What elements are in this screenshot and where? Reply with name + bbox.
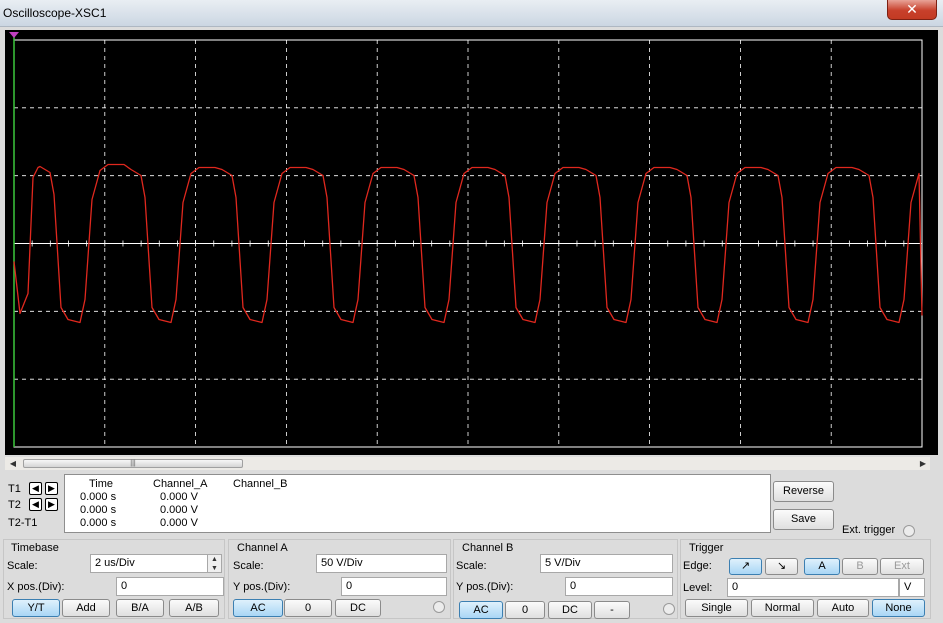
channel-b-dc-button[interactable]: DC bbox=[548, 601, 592, 619]
horizontal-scrollbar[interactable]: ◀ ||| ▶ bbox=[5, 457, 930, 470]
channel-b-radio[interactable] bbox=[663, 603, 675, 615]
trigger-source-b-button[interactable]: B bbox=[842, 558, 878, 575]
t2-left-button[interactable]: ◀ bbox=[29, 498, 42, 511]
channel-b-ypos-input[interactable]: 0 bbox=[565, 577, 673, 596]
channel-b-group: Channel B Scale: 5 V/Div Y pos.(Div): 0 … bbox=[453, 539, 678, 619]
trigger-source-ext-button[interactable]: Ext bbox=[880, 558, 924, 575]
t2-label: T2 bbox=[8, 499, 21, 511]
ext-trigger-radio[interactable] bbox=[903, 525, 915, 537]
channel-a-group: Channel A Scale: 50 V/Div Y pos.(Div): 0… bbox=[228, 539, 451, 619]
rising-edge-icon: ↗ bbox=[740, 560, 751, 572]
close-button[interactable]: ✕ bbox=[887, 0, 937, 20]
ext-trigger-label: Ext. trigger bbox=[842, 524, 896, 536]
channel-b-scale-label: Scale: bbox=[456, 560, 487, 572]
channel-a-dc-button[interactable]: DC bbox=[335, 599, 381, 617]
channel-a-ac-button[interactable]: AC bbox=[233, 599, 283, 617]
channel-b-title: Channel B bbox=[462, 542, 514, 554]
trigger-single-button[interactable]: Single bbox=[685, 599, 748, 617]
header-channel-a: Channel_A bbox=[153, 478, 208, 490]
t2-time: 0.000 s bbox=[80, 504, 117, 516]
t2t1-channel-a: 0.000 V bbox=[160, 517, 198, 529]
trigger-level-label: Level: bbox=[683, 582, 713, 594]
ab-button[interactable]: A/B bbox=[169, 599, 219, 617]
cursor-readout-table: Time Channel_A Channel_B 0.000 s 0.000 V… bbox=[64, 474, 771, 533]
spin-down-icon[interactable]: ▼ bbox=[208, 564, 221, 573]
t2-channel-a: 0.000 V bbox=[160, 504, 198, 516]
timebase-xpos-label: X pos.(Div): bbox=[7, 581, 65, 593]
edge-fall-button[interactable]: ↘ bbox=[765, 558, 798, 575]
t1-channel-a: 0.000 V bbox=[160, 491, 198, 503]
scroll-left-icon[interactable]: ◀ bbox=[7, 458, 19, 469]
ba-button[interactable]: B/A bbox=[116, 599, 164, 617]
header-channel-b: Channel_B bbox=[233, 478, 288, 490]
yt-button[interactable]: Y/T bbox=[12, 599, 60, 617]
channel-a-ypos-label: Y pos.(Div): bbox=[233, 581, 291, 593]
trigger-none-button[interactable]: None bbox=[872, 599, 925, 617]
title-bar[interactable]: Oscilloscope-XSC1 ✕ bbox=[0, 0, 943, 27]
timebase-scale-input[interactable]: 2 us/Div bbox=[90, 554, 208, 573]
scope-screen[interactable] bbox=[5, 30, 938, 455]
channel-a-ypos-input[interactable]: 0 bbox=[341, 577, 447, 596]
t2t1-label: T2-T1 bbox=[8, 517, 38, 529]
channel-a-scale-label: Scale: bbox=[233, 560, 264, 572]
channel-a-radio[interactable] bbox=[433, 601, 445, 613]
scope-display[interactable] bbox=[5, 30, 938, 455]
spin-up-icon[interactable]: ▲ bbox=[208, 555, 221, 564]
trigger-auto-button[interactable]: Auto bbox=[817, 599, 869, 617]
falling-edge-icon: ↘ bbox=[776, 560, 787, 572]
header-time: Time bbox=[89, 478, 114, 490]
channel-a-zero-button[interactable]: 0 bbox=[284, 599, 332, 617]
add-button[interactable]: Add bbox=[62, 599, 110, 617]
trigger-title: Trigger bbox=[689, 542, 724, 554]
timebase-title: Timebase bbox=[11, 542, 59, 554]
t2-right-button[interactable]: ▶ bbox=[45, 498, 58, 511]
trigger-source-a-button[interactable]: A bbox=[804, 558, 840, 575]
channel-b-zero-button[interactable]: 0 bbox=[505, 601, 545, 619]
save-button[interactable]: Save bbox=[773, 509, 834, 530]
channel-a-title: Channel A bbox=[237, 542, 288, 554]
reverse-button[interactable]: Reverse bbox=[773, 481, 834, 502]
t1-label: T1 bbox=[8, 483, 21, 495]
t1-time: 0.000 s bbox=[80, 491, 117, 503]
channel-b-scale-input[interactable]: 5 V/Div bbox=[540, 554, 673, 573]
timebase-group: Timebase Scale: 2 us/Div ▲ ▼ X pos.(Div):… bbox=[3, 539, 225, 619]
t1-left-button[interactable]: ◀ bbox=[29, 482, 42, 495]
window-title: Oscilloscope-XSC1 bbox=[3, 6, 107, 20]
channel-b-minus-button[interactable]: - bbox=[594, 601, 630, 619]
cursor-t1-marker-icon bbox=[9, 32, 19, 38]
timebase-xpos-input[interactable]: 0 bbox=[116, 577, 224, 596]
t2t1-time: 0.000 s bbox=[80, 517, 117, 529]
channel-b-ac-button[interactable]: AC bbox=[459, 601, 503, 619]
timebase-scale-spinner[interactable]: ▲ ▼ bbox=[207, 554, 222, 573]
channel-b-ypos-label: Y pos.(Div): bbox=[456, 581, 514, 593]
timebase-scale-label: Scale: bbox=[7, 560, 38, 572]
trigger-edge-label: Edge: bbox=[683, 560, 712, 572]
edge-rise-button[interactable]: ↗ bbox=[729, 558, 762, 575]
trigger-level-input[interactable]: 0 bbox=[727, 578, 899, 597]
trigger-normal-button[interactable]: Normal bbox=[751, 599, 814, 617]
channel-a-scale-input[interactable]: 50 V/Div bbox=[316, 554, 447, 573]
trigger-level-unit: V bbox=[899, 578, 925, 597]
cursor-panel: T1 ◀ ▶ T2 ◀ ▶ T2-T1 Time Channel_A Chann… bbox=[5, 474, 771, 534]
trigger-group: Trigger Edge: ↗ ↘ A B Ext Level: 0 V Sin… bbox=[680, 539, 931, 619]
scroll-right-icon[interactable]: ▶ bbox=[917, 458, 929, 469]
scroll-thumb[interactable]: ||| bbox=[23, 459, 243, 468]
t1-right-button[interactable]: ▶ bbox=[45, 482, 58, 495]
